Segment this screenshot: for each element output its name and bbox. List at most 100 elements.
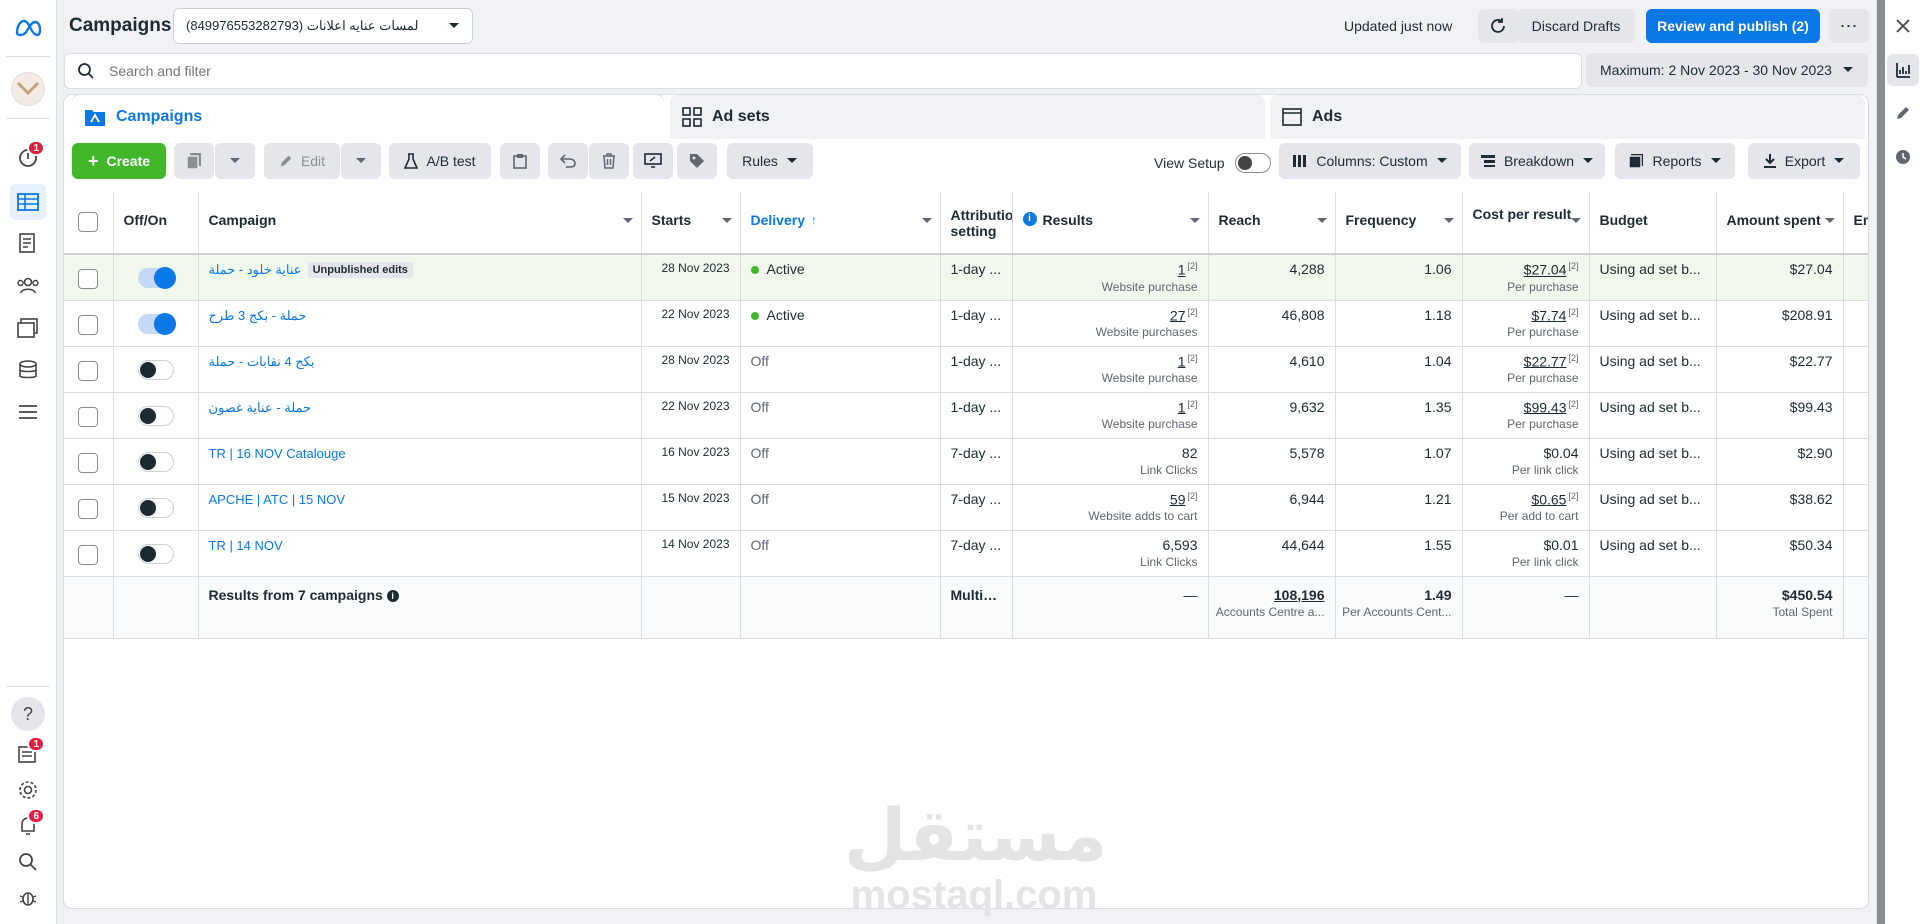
column-menu-caret-icon[interactable] [721,218,732,223]
table-row[interactable]: TR | 16 NOV Catalouge 16 Nov 2023 Off 7-… [64,438,1868,485]
column-menu-caret-icon[interactable] [1316,218,1327,223]
results-value[interactable]: 27 [1170,307,1186,323]
column-header-ends[interactable]: Ends [1843,192,1868,255]
column-header-onoff[interactable]: Off/On [113,192,199,255]
results-value[interactable]: 1 [1178,262,1186,278]
table-row[interactable]: عناية خلود - حملة Unpublished edits 28 No… [64,254,1868,301]
cpr-footnote[interactable]: [2] [1568,307,1578,317]
column-header-frequency[interactable]: Frequency [1335,192,1463,255]
campaign-on-off-toggle[interactable] [137,312,176,335]
cost-per-result-value[interactable]: $7.74 [1531,307,1566,323]
rules-button[interactable]: Rules [727,143,813,179]
ad-account-selector[interactable]: لمسات عنايه اعلانات (849976553282793) [173,8,473,44]
duplicate-button[interactable] [174,143,214,179]
cost-per-result-value[interactable]: $0.65 [1531,491,1566,507]
column-header-starts[interactable]: Starts [641,192,741,255]
tags-button[interactable] [677,143,717,179]
campaign-name-link[interactable]: TR | 14 NOV [209,538,283,553]
row-checkbox[interactable] [78,314,99,335]
campaigns-table-icon[interactable] [10,184,46,220]
documents-icon[interactable] [10,225,46,261]
cost-per-result-value[interactable]: $0.01 [1543,537,1578,553]
column-header-cost-per-result[interactable]: Cost per result [1462,192,1590,255]
column-menu-caret-icon[interactable] [921,218,932,223]
alerts-icon[interactable]: 1 [10,140,46,176]
column-menu-caret-icon[interactable] [1824,218,1835,223]
edit-dropdown-button[interactable] [341,143,381,179]
results-footnote[interactable]: [2] [1187,399,1197,409]
view-setup-toggle[interactable]: View Setup [1154,153,1271,173]
campaign-name-link[interactable]: حملة - بكج 3 طرح [209,308,307,323]
report-bug-icon[interactable] [10,880,46,916]
more-options-button[interactable]: ⋯ [1829,9,1869,43]
footer-reach[interactable]: 108,196 [1274,587,1325,603]
review-and-publish-button[interactable]: Review and publish (2) [1646,9,1820,43]
audiences-icon[interactable] [10,267,46,303]
campaign-on-off-toggle[interactable] [137,267,176,289]
edit-pencil-icon[interactable] [1887,97,1919,129]
results-value[interactable]: 82 [1182,445,1198,461]
tab-ad-sets[interactable]: Ad sets [670,95,1265,139]
cost-per-result-value[interactable]: $22.77 [1524,353,1567,369]
table-row[interactable]: بكج 4 نقابات - حملة 28 Nov 2023 Off 1-da… [64,346,1868,393]
settings-gear-icon[interactable] [10,772,46,808]
meta-logo-icon[interactable] [10,10,46,46]
clipboard-button[interactable] [500,143,540,179]
results-footnote[interactable]: [2] [1187,261,1197,271]
column-header-results[interactable]: i Results [1012,192,1209,255]
campaign-on-off-toggle[interactable] [137,359,174,380]
column-menu-caret-icon[interactable] [1570,218,1581,223]
row-checkbox[interactable] [78,498,99,519]
column-header-delivery[interactable]: Delivery ↑ [740,192,941,255]
tab-campaigns[interactable]: Campaigns [72,95,664,139]
campaign-on-off-toggle[interactable] [137,497,174,518]
create-button[interactable]: + Create [72,143,166,179]
preview-button[interactable] [633,143,673,179]
close-icon[interactable] [1887,10,1919,42]
campaign-on-off-toggle[interactable] [137,405,174,426]
duplicate-dropdown-button[interactable] [215,143,255,179]
column-menu-caret-icon[interactable] [1443,218,1454,223]
account-avatar[interactable] [11,72,45,106]
discard-drafts-button[interactable]: Discard Drafts [1517,9,1635,43]
results-value[interactable]: 1 [1178,399,1186,415]
select-all-checkbox[interactable] [78,212,99,232]
results-footnote[interactable]: [2] [1187,353,1197,363]
campaign-name-link[interactable]: بكج 4 نقابات - حملة [209,354,315,369]
info-icon[interactable]: i [386,589,399,602]
cpr-footnote[interactable]: [2] [1568,491,1578,501]
panel-resize-strip[interactable] [1877,0,1885,924]
export-button[interactable]: Export [1748,143,1860,179]
help-icon[interactable]: ? [10,696,46,732]
cpr-footnote[interactable]: [2] [1568,399,1578,409]
table-row[interactable]: TR | 14 NOV 14 Nov 2023 Off 7-day ... 6,… [64,530,1868,577]
cost-per-result-value[interactable]: $0.04 [1543,445,1578,461]
table-row[interactable]: حملة - بكج 3 طرح 22 Nov 2023 Active 1-da… [64,300,1868,347]
news-icon[interactable]: 1 [10,736,46,772]
table-row[interactable]: حملة - عناية غصون 22 Nov 2023 Off 1-day … [64,392,1868,439]
row-checkbox[interactable] [78,406,99,427]
column-menu-caret-icon[interactable] [1189,218,1200,223]
search-input[interactable] [107,62,1507,80]
row-checkbox[interactable] [78,544,99,565]
cost-per-result-value[interactable]: $99.43 [1524,399,1567,415]
catalogue-icon[interactable] [10,310,46,346]
campaign-name-link[interactable]: عناية خلود - حملة [209,262,302,277]
column-header-budget[interactable]: Budget [1589,192,1717,255]
delete-button[interactable] [589,143,629,179]
column-header-reach[interactable]: Reach [1208,192,1336,255]
campaign-name-link[interactable]: APCHE | ATC | 15 NOV [209,492,346,507]
results-footnote[interactable]: [2] [1187,307,1197,317]
campaign-on-off-toggle[interactable] [137,543,174,564]
refresh-button[interactable] [1478,9,1518,43]
edit-button[interactable]: Edit [264,143,340,179]
column-header-amount-spent[interactable]: Amount spent [1716,192,1844,255]
view-setup-switch[interactable] [1234,153,1271,173]
results-value[interactable]: 6,593 [1162,537,1197,553]
date-range-picker[interactable]: Maximum: 2 Nov 2023 - 30 Nov 2023 [1586,53,1868,87]
reports-button[interactable]: Reports [1615,143,1735,179]
columns-button[interactable]: Columns: Custom [1279,143,1461,179]
column-menu-caret-icon[interactable] [622,218,633,223]
cpr-footnote[interactable]: [2] [1568,261,1578,271]
search-and-filter-bar[interactable] [64,53,1582,89]
